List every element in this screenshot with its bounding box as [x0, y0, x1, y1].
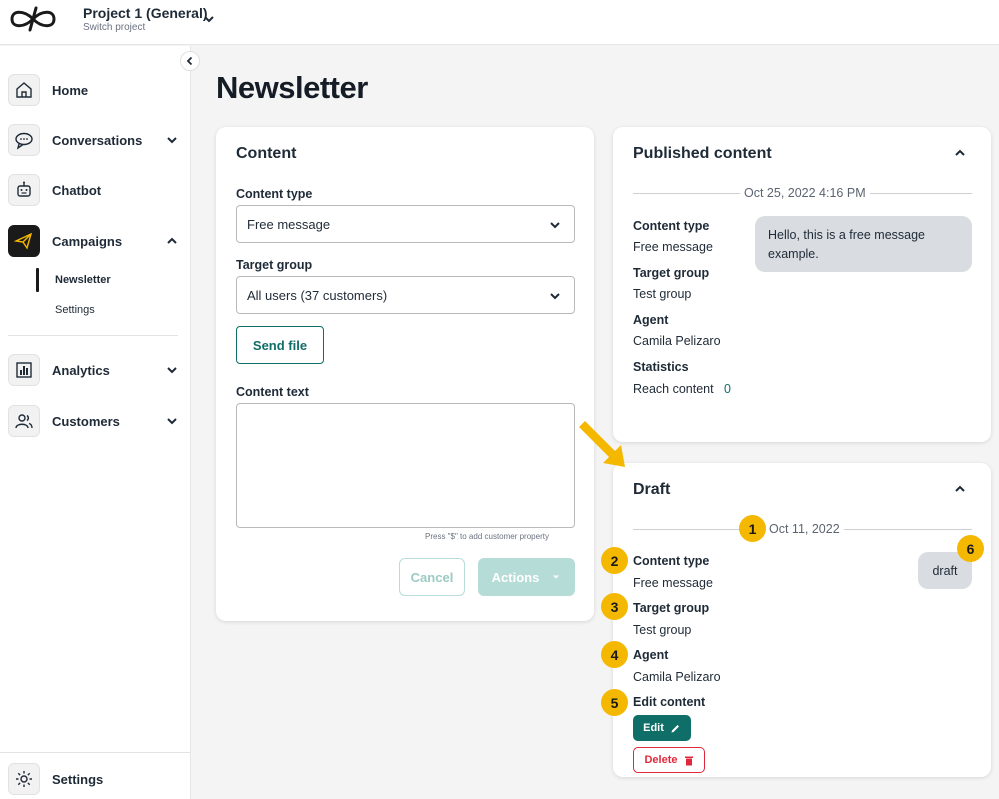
- edit-button[interactable]: Edit: [633, 715, 691, 741]
- select-value: Free message: [247, 216, 331, 232]
- sidebar-item-label: Home: [52, 82, 89, 98]
- chevron-up-icon[interactable]: [953, 146, 967, 160]
- page-title: Newsletter: [216, 70, 368, 105]
- chevron-down-icon: [550, 293, 560, 300]
- pencil-icon: [671, 724, 679, 732]
- annotation-badge: 4: [601, 641, 628, 668]
- annotation-arrow-icon: [579, 421, 625, 467]
- sidebar-item-campaigns[interactable]: Campaigns: [8, 224, 183, 258]
- content-type-label: Content type: [633, 219, 710, 233]
- select-value: All users (37 customers): [247, 287, 388, 303]
- delete-label: Delete: [644, 754, 678, 766]
- draft-date: Oct 11, 2022: [765, 522, 844, 536]
- draft-card: Draft Oct 11, 2022 Content type Free mes…: [613, 463, 991, 777]
- sidebar-subitem-settings[interactable]: Settings: [55, 304, 95, 316]
- reach-content-value: 0: [724, 382, 731, 396]
- chevron-down-icon[interactable]: [165, 414, 179, 428]
- content-card: Content Content type Free message Target…: [216, 127, 594, 621]
- annotation-badge: 6: [957, 535, 984, 562]
- annotation-badge: 5: [601, 689, 628, 716]
- sidebar: Home Conversations Chatbot Campaigns New…: [0, 46, 191, 799]
- users-icon: [8, 405, 40, 437]
- content-type-value: Free message: [633, 240, 713, 254]
- target-group-value: Test group: [633, 623, 692, 637]
- switch-project-label[interactable]: Switch project: [83, 22, 145, 33]
- chevron-down-icon: [550, 222, 560, 229]
- card-title: Content: [236, 145, 297, 162]
- sidebar-item-label: Settings: [52, 771, 104, 787]
- sidebar-item-label: Customers: [52, 413, 120, 429]
- top-bar: Project 1 (General) Switch project: [0, 0, 999, 45]
- actions-label: Actions: [491, 569, 540, 585]
- divider: [0, 752, 190, 753]
- agent-value: Camila Pelizaro: [633, 334, 721, 348]
- divider: [8, 335, 178, 336]
- card-title: Draft: [633, 481, 671, 498]
- send-file-button[interactable]: Send file: [236, 326, 324, 364]
- target-group-select[interactable]: All users (37 customers): [236, 276, 575, 314]
- chart-icon: [8, 354, 40, 386]
- sidebar-item-label: Conversations: [52, 132, 143, 148]
- agent-value: Camila Pelizaro: [633, 670, 721, 684]
- sidebar-item-analytics[interactable]: Analytics: [8, 353, 183, 387]
- megaphone-icon: [8, 225, 40, 257]
- home-icon: [8, 74, 40, 106]
- robot-icon: [8, 174, 40, 206]
- sidebar-item-settings[interactable]: Settings: [8, 762, 183, 796]
- target-group-label: Target group: [633, 266, 710, 280]
- reach-content-label: Reach content: [633, 382, 714, 396]
- sidebar-item-conversations[interactable]: Conversations: [8, 123, 183, 157]
- project-title[interactable]: Project 1 (General): [83, 5, 208, 21]
- statistics-label: Statistics: [633, 360, 689, 374]
- content-text-label: Content text: [236, 385, 309, 399]
- active-indicator: [36, 268, 39, 292]
- delete-button[interactable]: Delete: [633, 747, 705, 773]
- sidebar-item-label: Analytics: [52, 362, 110, 378]
- content-type-select[interactable]: Free message: [236, 205, 575, 243]
- content-type-label: Content type: [633, 554, 710, 568]
- card-title: Published content: [633, 145, 772, 162]
- content-type-label: Content type: [236, 187, 313, 201]
- actions-button[interactable]: Actions: [478, 558, 575, 596]
- gear-icon: [8, 763, 40, 795]
- chevron-left-icon: [186, 56, 193, 66]
- message-bubble: Hello, this is a free message example.: [755, 216, 972, 272]
- annotation-badge: 1: [739, 515, 766, 542]
- chevron-down-icon[interactable]: [202, 12, 216, 26]
- chevron-down-icon[interactable]: [165, 133, 179, 147]
- sidebar-item-label: Campaigns: [52, 233, 123, 249]
- cancel-button[interactable]: Cancel: [399, 558, 465, 596]
- target-group-value: Test group: [633, 287, 692, 301]
- agent-label: Agent: [633, 313, 669, 327]
- annotation-badge: 3: [601, 593, 628, 620]
- content-text-input[interactable]: [236, 403, 575, 528]
- annotation-badge: 2: [601, 547, 628, 574]
- sidebar-item-customers[interactable]: Customers: [8, 404, 183, 438]
- published-content-card: Published content Oct 25, 2022 4:16 PM C…: [613, 127, 991, 442]
- trash-icon: [684, 756, 693, 765]
- chevron-up-icon[interactable]: [953, 482, 967, 496]
- target-group-label: Target group: [236, 258, 313, 272]
- edit-label: Edit: [643, 722, 664, 734]
- sidebar-item-label: Chatbot: [52, 182, 102, 198]
- agent-label: Agent: [633, 648, 669, 662]
- edit-content-label: Edit content: [633, 695, 706, 709]
- content-type-value: Free message: [633, 576, 713, 590]
- published-date: Oct 25, 2022 4:16 PM: [740, 186, 870, 200]
- sidebar-item-chatbot[interactable]: Chatbot: [8, 173, 183, 207]
- hint-text: Press "$" to add customer property: [425, 532, 549, 541]
- chevron-up-icon[interactable]: [165, 234, 179, 248]
- brand-logo-icon[interactable]: [8, 5, 58, 33]
- collapse-sidebar-button[interactable]: [180, 51, 200, 71]
- caret-down-icon: [553, 575, 560, 579]
- sidebar-item-home[interactable]: Home: [8, 73, 183, 107]
- chevron-down-icon[interactable]: [165, 363, 179, 377]
- chat-icon: [8, 124, 40, 156]
- target-group-label: Target group: [633, 601, 710, 615]
- sidebar-subitem-newsletter[interactable]: Newsletter: [55, 274, 111, 286]
